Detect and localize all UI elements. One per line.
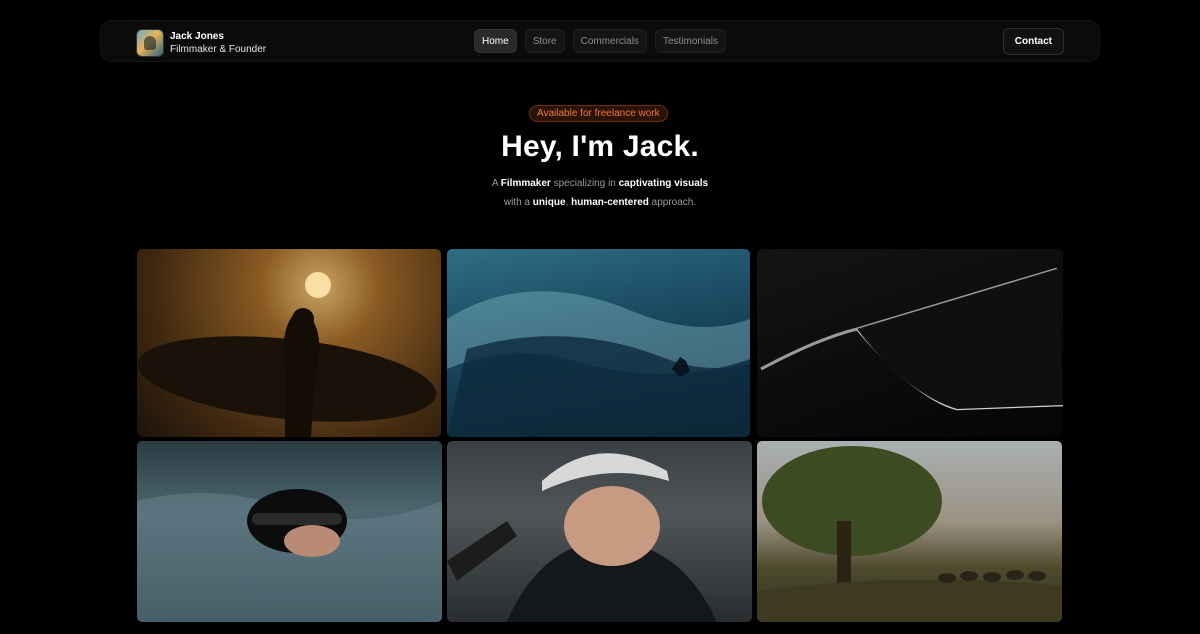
nav-testimonials[interactable]: Testimonials [654, 29, 726, 53]
nav-commercials[interactable]: Commercials [572, 29, 647, 53]
brand[interactable]: Jack Jones Filmmaker & Founder [136, 29, 266, 57]
gallery-tile-car-detail[interactable] [757, 249, 1063, 437]
gallery-tile-cyclist[interactable] [447, 441, 752, 622]
savanna-image [757, 446, 1062, 622]
top-navbar: Jack Jones Filmmaker & Founder Home Stor… [100, 20, 1100, 62]
avatar [136, 29, 164, 57]
gallery-tile-savanna[interactable] [757, 441, 1062, 622]
contact-button[interactable]: Contact [1002, 28, 1064, 55]
hero-title: Hey, I'm Jack. [501, 130, 699, 163]
nav-store[interactable]: Store [524, 29, 565, 53]
hero-subtitle: A Filmmaker specializing in captivating … [0, 174, 1200, 212]
brand-name: Jack Jones [170, 31, 224, 42]
hero-subtitle-line-1: A Filmmaker specializing in captivating … [491, 178, 709, 189]
brand-role: Filmmaker & Founder [170, 44, 267, 55]
nav-home[interactable]: Home [474, 29, 517, 53]
brand-text: Jack Jones Filmmaker & Founder [170, 30, 266, 56]
surf-wave-image [447, 291, 750, 437]
swimmer-image [137, 489, 442, 622]
cyclist-image [447, 453, 717, 622]
main-menu: Home Store Commercials Testimonials [474, 29, 726, 53]
surfer-silhouette-image [137, 272, 437, 437]
hero-subtitle-line-2: with a unique, human-centered approach. [503, 197, 697, 208]
gallery-tile-surfer-sunset[interactable] [137, 249, 441, 437]
availability-badge: Available for freelance work [529, 105, 668, 122]
gallery-tile-swimmer[interactable] [137, 441, 442, 622]
car-window-image [760, 267, 1063, 411]
gallery-tile-surf-wave[interactable] [447, 249, 750, 437]
